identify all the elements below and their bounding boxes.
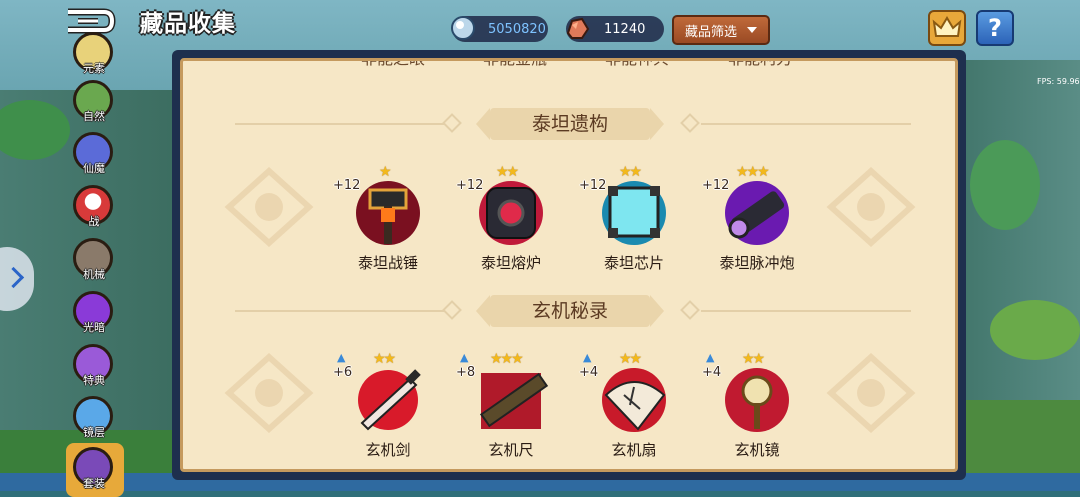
xuanji-sword-icon [358,369,421,431]
crystal-icon [451,16,475,40]
titan-furnace-icon [479,181,543,245]
item-name: 泰坦战锤 [357,254,418,272]
crystal-counter: 5050820 [451,16,548,42]
back-button[interactable] [64,8,116,34]
sidebar-item-fairy-demon[interactable]: 仙魔 [70,132,118,182]
sidebar-item-label: 特典 [83,374,105,387]
item-name: 泰坦熔炉 [480,254,541,272]
ore-value: 11240 [604,21,646,37]
sidebar-item-mirror[interactable]: 镜层 [70,396,118,446]
cut-label: 非能之眼 [361,58,426,68]
filter-label: 藏品筛选 [684,24,737,40]
crystal-value: 5050820 [488,21,546,37]
ore-counter: 11240 [566,16,664,42]
upgrade-arrow-icon: ▲ [706,351,715,364]
section-title: 玄机秘录 [490,295,650,327]
sidebar-item-label: 光暗 [83,321,105,334]
help-button[interactable]: ? [976,10,1014,46]
sidebar-item-label: 仙魔 [83,162,105,175]
crown-icon [932,16,962,37]
sidebar-item-label: 机械 [83,268,105,281]
sidebar-item-element[interactable]: 元素 [70,32,118,82]
collection-item-titan-chip[interactable]: +12 ★★ 泰坦芯片 [579,164,689,272]
category-sidebar: 元素 自然 仙魔 战 机械 光暗 特典 镜层 套装 [60,32,130,497]
item-name: 玄机尺 [488,441,534,459]
cut-label: 非能神兵 [605,58,670,68]
back-arrow-icon [68,8,116,34]
collection-list[interactable]: 非能之眼 非能金瓶 非能神兵 非能利刃 泰坦遗构 +12 ★ 泰坦战锤 +12 … [180,58,958,472]
upgrade-arrow-icon: ▲ [460,351,469,364]
sidebar-item-set[interactable]: 套装 [66,443,124,497]
chevron-right-icon [2,266,25,289]
sidebar-item-label: 套装 [83,477,105,490]
collection-item-xuanji-fan[interactable]: ▲ +4 ★★ 玄机扇 [579,351,689,459]
item-name: 玄机剑 [365,441,411,459]
item-name: 玄机扇 [611,441,657,459]
collection-panel: 非能之眼 非能金瓶 非能神兵 非能利刃 泰坦遗构 +12 ★ 泰坦战锤 +12 … [172,50,966,480]
upgrade-arrow-icon: ▲ [583,351,592,364]
titan-chip-icon [602,181,666,245]
collection-item-titan-hammer[interactable]: +12 ★ 泰坦战锤 [333,164,443,272]
ornament-icon [826,353,916,433]
crown-button[interactable] [928,10,966,46]
sidebar-item-special[interactable]: 特典 [70,344,118,394]
collection-item-xuanji-mirror[interactable]: ▲ +4 ★★ 玄机镜 [702,351,812,459]
section-header-xuanji: 玄机秘录 [183,291,955,331]
page-title: 藏品收集 [140,11,236,37]
previous-row-labels: 非能之眼 非能金瓶 非能神兵 非能利刃 [183,58,955,75]
sidebar-item-label: 自然 [83,110,105,123]
sidebar-item-nature[interactable]: 自然 [70,80,118,130]
ornament-icon [826,167,916,247]
ornament-icon [224,167,314,247]
sidebar-item-battle[interactable]: 战 [70,185,118,235]
titan-hammer-icon [356,181,420,245]
collection-filter-dropdown[interactable]: 藏品筛选 [672,15,770,45]
cut-label: 非能利刃 [728,58,793,68]
titan-pulse-cannon-icon [725,181,789,245]
sidebar-item-label: 元素 [83,62,105,75]
xuanji-fan-icon [602,368,666,432]
item-name: 泰坦芯片 [603,254,664,272]
ore-icon [566,17,590,39]
upgrade-arrow-icon: ▲ [337,351,346,364]
cut-label: 非能金瓶 [483,58,548,68]
xuanji-ruler-icon [479,372,549,429]
collection-item-xuanji-ruler[interactable]: ▲ +8 ★★★ 玄机尺 [456,351,566,459]
xuanji-mirror-icon [725,368,789,432]
collection-item-titan-furnace[interactable]: +12 ★★ 泰坦熔炉 [456,164,566,272]
sidebar-item-label: 镜层 [83,426,105,439]
ornament-icon [224,353,314,433]
sidebar-item-label: 战 [88,215,100,228]
item-name: 玄机镜 [734,441,780,459]
section-title: 泰坦遗构 [490,108,650,140]
sidebar-item-light-dark[interactable]: 光暗 [70,291,118,341]
sidebar-item-mech[interactable]: 机械 [70,238,118,288]
collection-item-titan-pulse-cannon[interactable]: +12 ★★★ 泰坦脉冲炮 [702,164,812,272]
collection-item-xuanji-sword[interactable]: ▲ +6 ★★ 玄机剑 [333,351,443,459]
item-name: 泰坦脉冲炮 [719,254,795,272]
section-header-titan: 泰坦遗构 [183,104,955,144]
fps-counter: FPS: 59.96 [1037,77,1080,86]
chevron-down-icon [747,27,757,33]
